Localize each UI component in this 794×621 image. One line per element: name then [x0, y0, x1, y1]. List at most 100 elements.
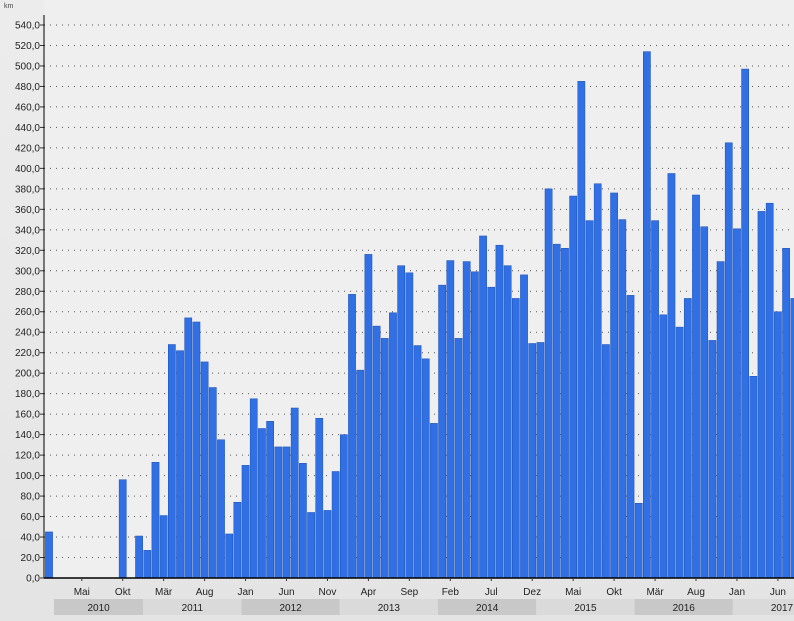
bar	[765, 202, 774, 579]
x-tick-label: Mär	[155, 587, 173, 598]
bar	[421, 358, 430, 579]
bar	[667, 173, 676, 579]
bar	[135, 535, 143, 579]
bar	[782, 247, 790, 579]
year-label: 2014	[476, 603, 499, 614]
year-label: 2013	[378, 603, 401, 614]
y-tick-label: 480,0	[15, 82, 40, 93]
year-label: 2015	[574, 603, 597, 614]
bar	[471, 271, 479, 579]
bar	[430, 423, 438, 579]
year-label: 2016	[673, 603, 696, 614]
x-tick-label: Aug	[687, 587, 705, 598]
x-tick-label: Mai	[565, 587, 581, 598]
bar	[249, 398, 258, 579]
x-tick-label: Mai	[74, 587, 90, 598]
bar	[626, 295, 635, 579]
y-tick-label: 40,0	[21, 533, 41, 544]
bar	[487, 286, 496, 579]
bar	[659, 314, 668, 579]
bar	[266, 421, 274, 579]
year-label: 2011	[182, 603, 204, 614]
year-label: 2012	[279, 603, 302, 614]
bar	[233, 501, 242, 579]
monthly-distance-bar-chart: 0,0 20,0 40,0 60,0 80,0 100,0 120,0 140,0 160,0 1…	[4, 0, 794, 615]
y-tick-label: 240,0	[15, 328, 40, 339]
bar	[323, 510, 332, 579]
bar	[561, 247, 569, 579]
x-tick-label: Dez	[523, 587, 541, 598]
bar	[339, 434, 348, 579]
bar	[536, 342, 545, 579]
bar	[651, 220, 659, 579]
y-tick-label: 440,0	[15, 123, 40, 134]
bar	[151, 462, 160, 579]
bar	[602, 344, 610, 579]
bar	[192, 321, 201, 579]
y-tick-label: 180,0	[15, 389, 40, 400]
y-tick-label: 300,0	[15, 266, 40, 277]
bar	[741, 68, 749, 579]
bar	[274, 446, 283, 579]
bar	[708, 340, 717, 579]
y-tick-label: 220,0	[15, 348, 40, 359]
bar	[511, 298, 520, 579]
bar	[634, 502, 643, 579]
bar	[380, 338, 389, 579]
bar	[544, 188, 553, 579]
y-tick-label: 20,0	[21, 553, 41, 564]
bar	[446, 260, 455, 579]
bar	[577, 81, 586, 579]
bar	[413, 345, 422, 579]
y-tick-label: 260,0	[15, 307, 40, 318]
bar	[520, 274, 528, 579]
bar	[724, 142, 733, 579]
bar	[217, 439, 225, 579]
bar	[733, 228, 741, 579]
bar	[552, 243, 561, 579]
bar	[593, 183, 602, 579]
y-tick-label: 540,0	[15, 21, 40, 32]
y-tick-label: 100,0	[15, 471, 40, 482]
bar	[356, 369, 365, 579]
bar	[585, 220, 594, 579]
y-tick-label: 60,0	[21, 512, 41, 523]
bar	[675, 326, 684, 579]
bar	[643, 51, 651, 579]
bar	[389, 312, 397, 579]
bar	[364, 254, 373, 579]
y-tick-label: 460,0	[15, 102, 40, 113]
bar	[610, 192, 618, 579]
bar	[331, 471, 340, 579]
x-tick-label: Jan	[729, 587, 745, 598]
bar	[438, 284, 446, 579]
bar	[716, 261, 725, 579]
bar	[683, 298, 692, 579]
bar	[618, 219, 627, 579]
bar	[159, 515, 168, 579]
bar	[200, 361, 209, 579]
bar	[372, 325, 381, 579]
x-tick-label: Jul	[485, 587, 498, 598]
bar	[569, 195, 578, 579]
year-label: 2017	[771, 603, 794, 614]
bar	[299, 463, 307, 579]
x-tick-label: Jun	[278, 587, 294, 598]
bar	[45, 531, 53, 579]
x-tick-label: Okt	[606, 587, 622, 598]
y-tick-label: 500,0	[15, 61, 40, 72]
x-tick-label: Sep	[400, 587, 418, 598]
x-tick-label: Feb	[442, 587, 460, 598]
bar	[176, 350, 184, 579]
y-tick-label: 400,0	[15, 164, 40, 175]
bar	[184, 317, 193, 579]
bar	[282, 446, 291, 579]
y-tick-label: 0,0	[26, 574, 40, 585]
bar	[315, 417, 324, 579]
x-tick-label: Mär	[646, 587, 664, 598]
bar	[495, 244, 504, 579]
bar	[528, 343, 537, 579]
bar	[168, 344, 176, 579]
y-tick-label: 200,0	[15, 369, 40, 380]
x-tick-label: Jan	[237, 587, 253, 598]
